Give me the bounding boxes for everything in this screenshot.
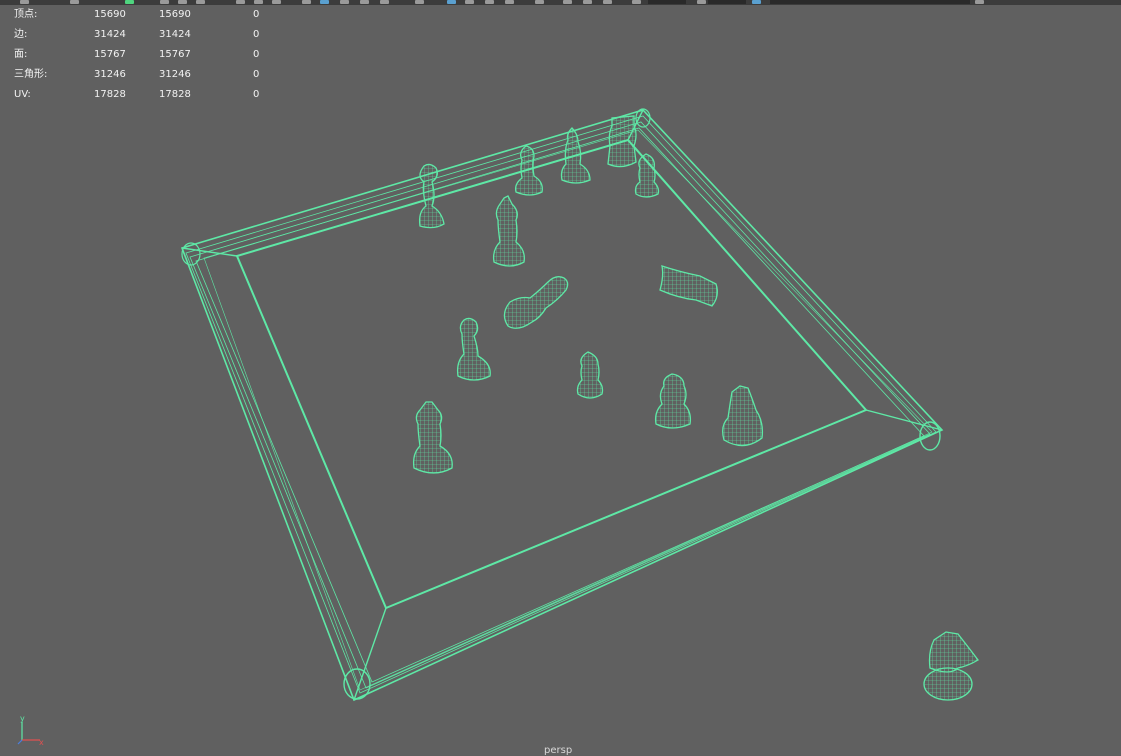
axis-y-label: y [20, 714, 25, 723]
chess-piece-bishop[interactable] [560, 127, 591, 184]
chess-piece-pawn[interactable] [654, 373, 692, 429]
chess-piece-bishop[interactable] [456, 317, 491, 381]
chess-piece-pawn[interactable] [576, 351, 604, 399]
axis-x-label: x [39, 738, 44, 746]
chess-piece-queen-fallen[interactable] [503, 276, 569, 329]
chess-piece-pawn[interactable] [634, 153, 660, 198]
axis-gizmo: y x [17, 714, 44, 746]
chess-piece-rook-fallen[interactable] [659, 265, 718, 307]
wireframe-scene[interactable] [0, 0, 1121, 755]
chess-piece-king[interactable] [412, 401, 453, 474]
camera-name-label: persp [544, 745, 573, 756]
chess-piece-king[interactable] [492, 195, 525, 267]
chess-piece-knight-off-board[interactable] [923, 631, 979, 701]
chess-piece-rook[interactable] [607, 115, 637, 168]
chessboard-frame[interactable] [180, 108, 944, 702]
chess-piece-knight[interactable] [722, 385, 764, 447]
